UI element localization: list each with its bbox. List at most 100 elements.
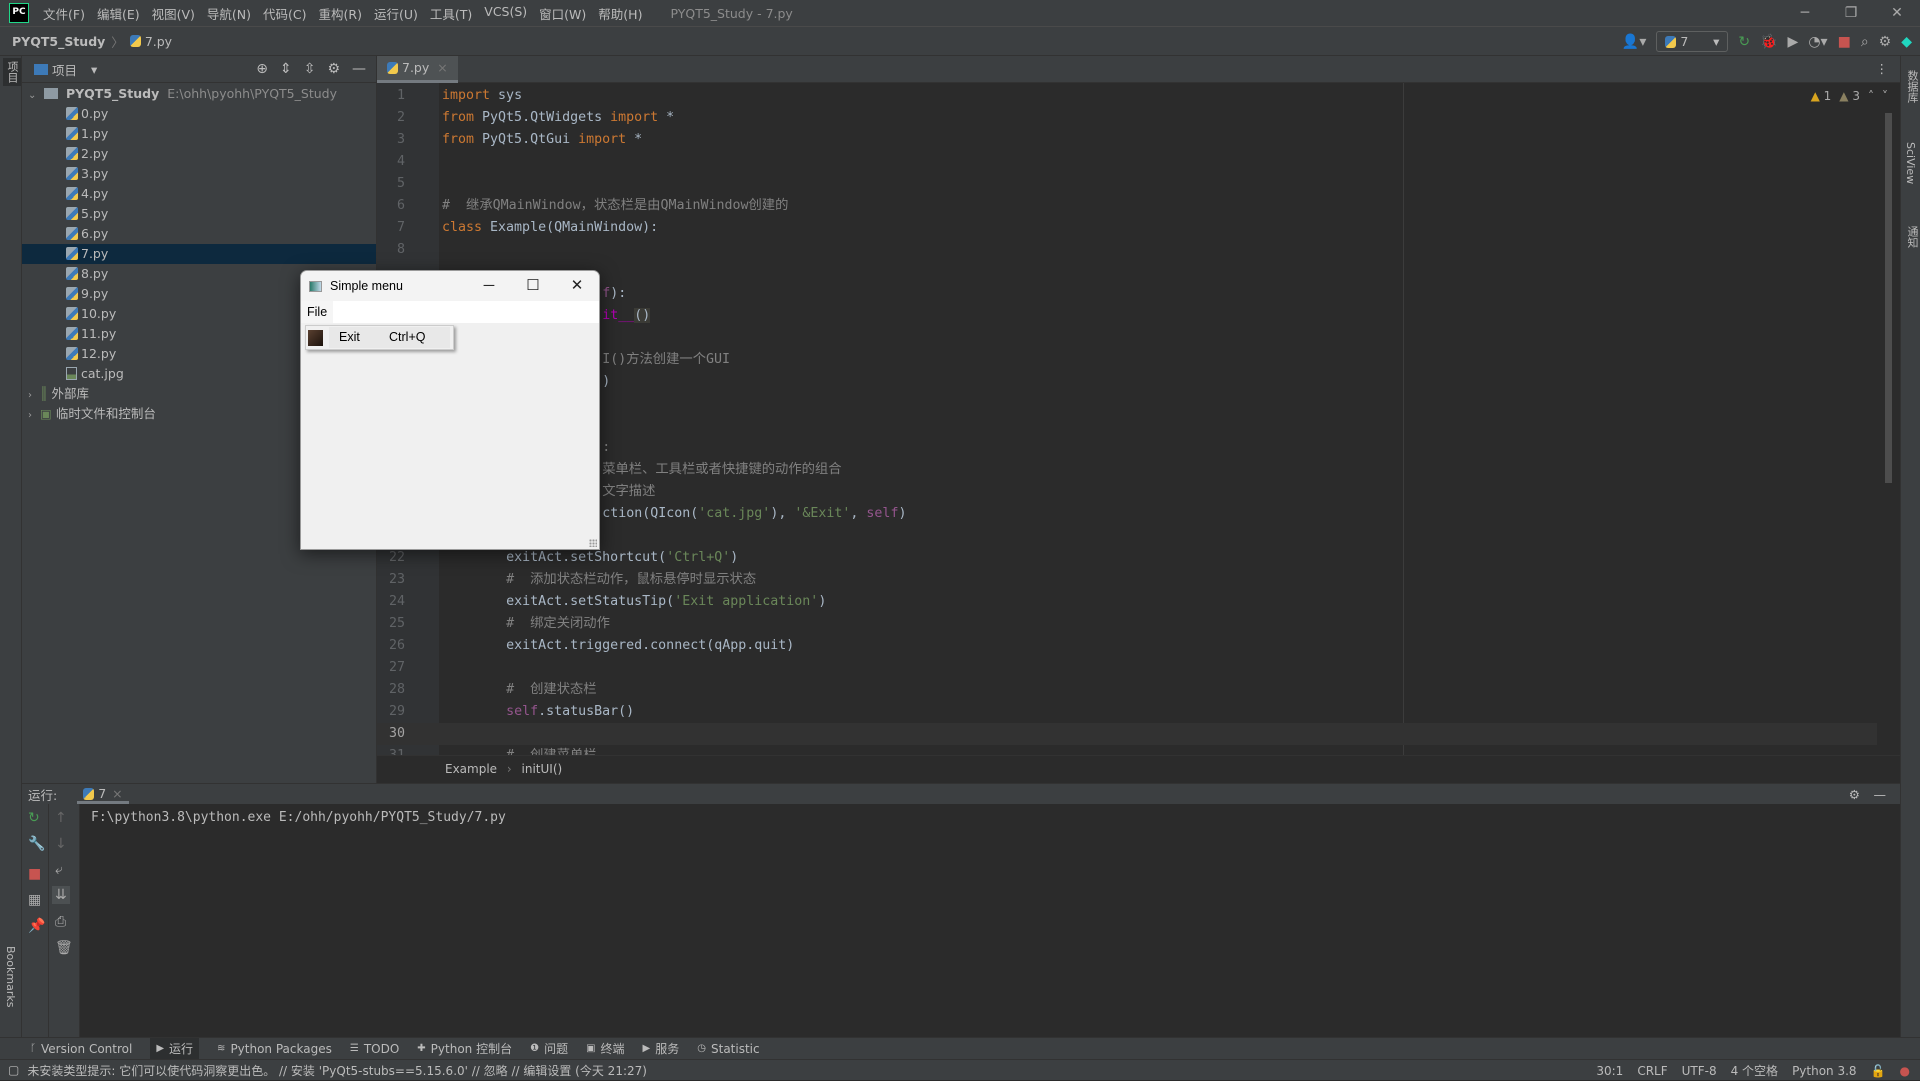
- menu-item[interactable]: 重构(R): [313, 4, 368, 23]
- tab-7py[interactable]: 7.py ×: [377, 56, 458, 83]
- code-line[interactable]: 3 from PyQt5.QtGui import *: [377, 129, 1877, 151]
- menu-item[interactable]: 导航(N): [201, 4, 257, 23]
- code-line[interactable]: 27: [377, 657, 1877, 679]
- tree-file[interactable]: 3.py: [22, 164, 376, 184]
- tool-window-3[interactable]: ☰ TODO: [350, 1042, 399, 1056]
- code-line[interactable]: 菜单栏、工具栏或者快捷键的动作的组合: [377, 459, 1877, 481]
- stripe-project[interactable]: 项目: [3, 58, 21, 86]
- chevron-up-icon[interactable]: ˄: [1868, 89, 1874, 103]
- code-line[interactable]: 28 # 创建状态栏: [377, 679, 1877, 701]
- code-line[interactable]: 4: [377, 151, 1877, 173]
- search-icon[interactable]: ⌕: [1861, 35, 1869, 49]
- stripe-item[interactable]: 通知: [1904, 226, 1920, 248]
- print-icon[interactable]: ⎙: [55, 914, 66, 930]
- pin-icon[interactable]: 📌: [28, 918, 45, 934]
- close-button[interactable]: ✕: [555, 271, 599, 301]
- tool-window-5[interactable]: ❶ 问题: [530, 1040, 568, 1057]
- soft-wrap-icon[interactable]: ⤶: [55, 862, 63, 878]
- stripe-item[interactable]: SciView: [1904, 142, 1917, 184]
- minimize-button[interactable]: ─: [1782, 0, 1828, 27]
- chevron-down-icon[interactable]: ˅: [1882, 89, 1888, 103]
- code-line[interactable]: 文字描述: [377, 481, 1877, 503]
- trash-icon[interactable]: 🗑: [55, 940, 73, 956]
- code-line[interactable]: [377, 327, 1877, 349]
- file-encoding[interactable]: UTF-8: [1682, 1064, 1717, 1078]
- gear-icon[interactable]: ⚙: [1849, 787, 1860, 802]
- tool-window-6[interactable]: ▣ 终端: [586, 1040, 624, 1057]
- collapse-all-icon[interactable]: ⇳: [304, 61, 316, 77]
- menu-item[interactable]: 运行(U): [368, 4, 424, 23]
- status-toggle-icon[interactable]: ▢: [8, 1063, 19, 1077]
- code-line[interactable]: 26 exitAct.triggered.connect(qApp.quit): [377, 635, 1877, 657]
- close-button[interactable]: ✕: [1874, 0, 1920, 27]
- code-line[interactable]: [377, 525, 1877, 547]
- code-line[interactable]: f):: [377, 283, 1877, 305]
- wrench-icon[interactable]: 🔧: [28, 836, 45, 852]
- code-line[interactable]: 25 # 绑定关闭动作: [377, 613, 1877, 635]
- tool-window-2[interactable]: ≋ Python Packages: [217, 1042, 332, 1056]
- code-editor[interactable]: 1 import sys 2 from PyQt5.QtWidgets import …: [377, 83, 1900, 755]
- run-config-select[interactable]: 7 ▾: [1656, 31, 1729, 52]
- code-line[interactable]: [377, 261, 1877, 283]
- code-line[interactable]: 8: [377, 239, 1877, 261]
- menu-item[interactable]: 工具(T): [424, 4, 478, 23]
- exit-menu-item[interactable]: Exit Ctrl+Q: [329, 327, 450, 348]
- menu-item[interactable]: 代码(C): [257, 4, 312, 23]
- scroll-to-end-icon[interactable]: ⇊: [52, 886, 70, 904]
- code-line[interactable]: 7 class Example(QMainWindow):: [377, 217, 1877, 239]
- code-line[interactable]: 30: [377, 723, 1877, 745]
- code-line[interactable]: ction(QIcon('cat.jpg'), '&Exit', self): [377, 503, 1877, 525]
- code-line[interactable]: 1 import sys: [377, 85, 1877, 107]
- code-line[interactable]: [377, 393, 1877, 415]
- breadcrumb-method[interactable]: initUI(): [522, 762, 563, 776]
- code-line[interactable]: 29 self.statusBar(): [377, 701, 1877, 723]
- arrow-down-icon[interactable]: ↓: [55, 836, 67, 852]
- tree-file[interactable]: 0.py: [22, 104, 376, 124]
- code-line[interactable]: ): [377, 371, 1877, 393]
- tool-window-1[interactable]: ▶ 运行: [150, 1037, 200, 1060]
- chevron-right-icon[interactable]: ›: [28, 386, 40, 406]
- tree-file[interactable]: 2.py: [22, 144, 376, 164]
- stripe-bookmarks[interactable]: Bookmarks: [4, 946, 17, 1007]
- breadcrumb-class[interactable]: Example: [445, 762, 497, 776]
- code-line[interactable]: 22 exitAct.setShortcut('Ctrl+Q'): [377, 547, 1877, 569]
- stop-icon[interactable]: ■: [1838, 35, 1851, 49]
- jetbrains-icon[interactable]: ◆: [1901, 35, 1912, 49]
- code-line[interactable]: 23 # 添加状态栏动作，鼠标悬停时显示状态: [377, 569, 1877, 591]
- tool-window-8[interactable]: ◷ Statistic: [697, 1042, 759, 1056]
- tool-window-4[interactable]: ✚ Python 控制台: [417, 1040, 512, 1057]
- menu-item[interactable]: 编辑(E): [91, 4, 146, 23]
- rerun-icon[interactable]: ↻: [28, 810, 40, 826]
- stop-icon[interactable]: ■: [28, 866, 41, 882]
- menu-item[interactable]: 文件(F): [37, 4, 91, 23]
- restore-button[interactable]: ❐: [1828, 0, 1874, 27]
- code-line[interactable]: 5: [377, 173, 1877, 195]
- close-tab-icon[interactable]: ×: [437, 56, 447, 80]
- tool-window-7[interactable]: ▶ 服务: [643, 1040, 680, 1057]
- event-log-icon[interactable]: ●: [1900, 1064, 1910, 1078]
- tree-file[interactable]: 6.py: [22, 224, 376, 244]
- expand-all-icon[interactable]: ⇕: [280, 61, 292, 77]
- hide-icon[interactable]: —: [1874, 787, 1887, 802]
- line-separator[interactable]: CRLF: [1637, 1064, 1667, 1078]
- nav-project[interactable]: PYQT5_Study: [12, 34, 105, 49]
- chevron-down-icon[interactable]: ⌄: [28, 86, 40, 106]
- code-line[interactable]: it__(): [377, 305, 1877, 327]
- locate-icon[interactable]: ⊕: [256, 61, 268, 77]
- maximize-button[interactable]: ☐: [511, 271, 555, 301]
- rerun-icon[interactable]: ↻: [1738, 35, 1750, 49]
- tree-file[interactable]: 5.py: [22, 204, 376, 224]
- code-line[interactable]: [377, 415, 1877, 437]
- tree-file[interactable]: 7.py: [22, 244, 376, 264]
- caret-position[interactable]: 30:1: [1596, 1064, 1623, 1078]
- gear-icon[interactable]: ⚙: [1879, 35, 1892, 49]
- file-menu[interactable]: File: [301, 301, 334, 323]
- gear-icon[interactable]: ⚙: [327, 61, 340, 77]
- indent-setting[interactable]: 4 个空格: [1731, 1062, 1778, 1079]
- lock-icon[interactable]: 🔓: [1871, 1064, 1886, 1078]
- code-line[interactable]: 24 exitAct.setStatusTip('Exit application…: [377, 591, 1877, 613]
- debug-icon[interactable]: 🐞: [1760, 35, 1777, 49]
- nav-file[interactable]: 7.py: [145, 34, 172, 49]
- python-interpreter[interactable]: Python 3.8: [1792, 1064, 1857, 1078]
- user-icon[interactable]: 👤▾: [1622, 35, 1646, 49]
